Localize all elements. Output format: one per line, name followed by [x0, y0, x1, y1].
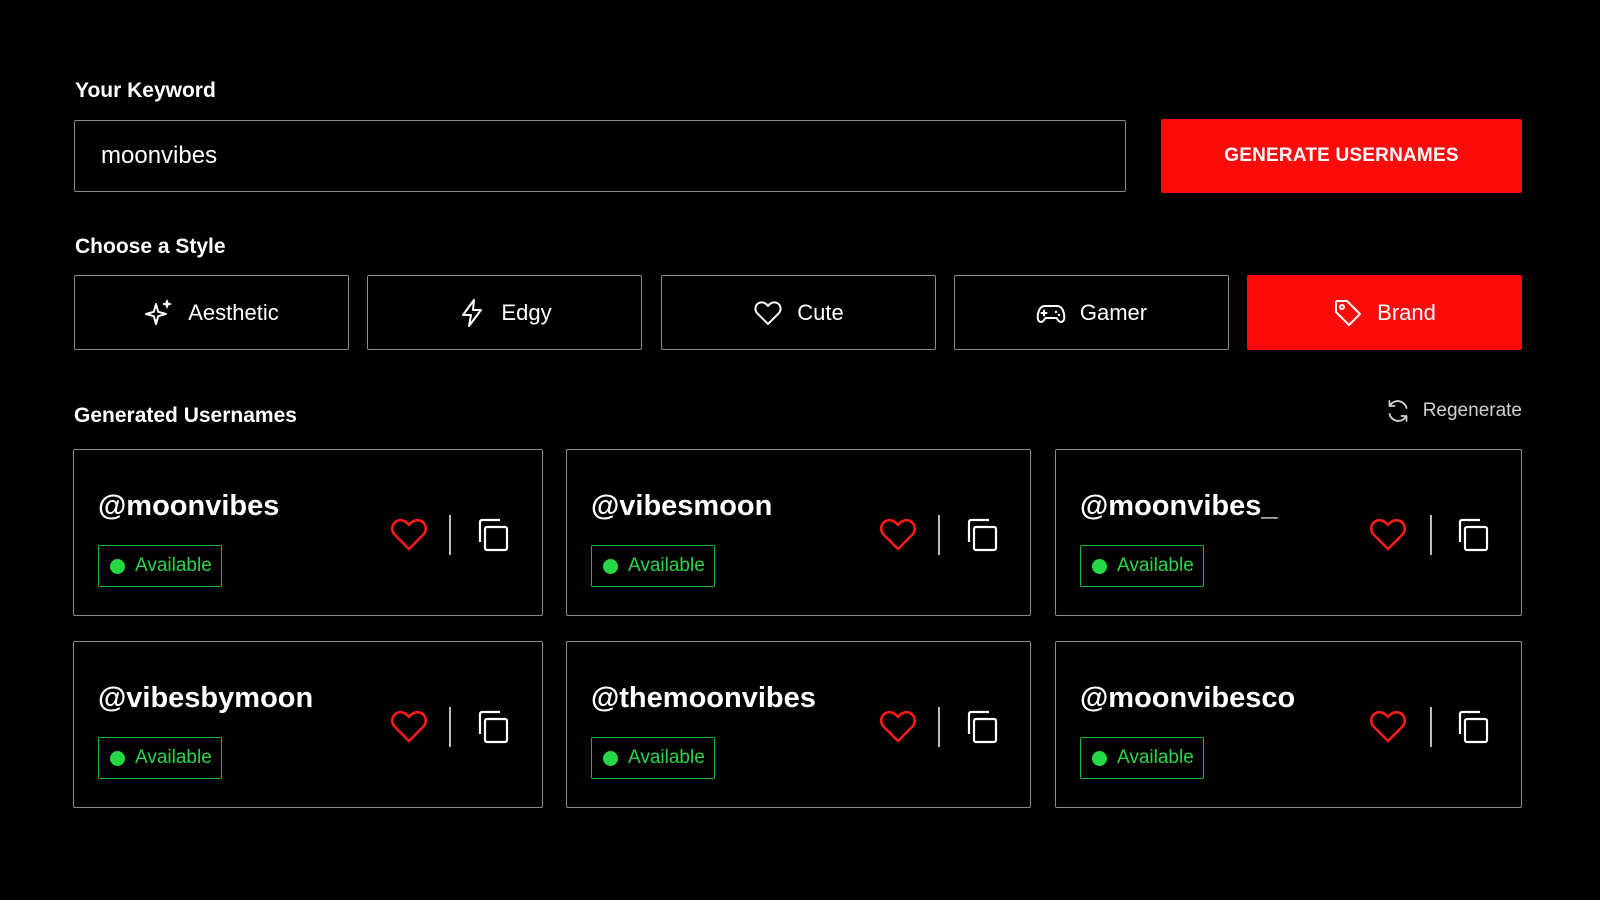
- style-cute-label: Cute: [797, 299, 844, 325]
- regenerate-label: Regenerate: [1422, 400, 1522, 421]
- username-text: @moonvibes: [98, 490, 280, 522]
- status-text: Available: [1117, 555, 1194, 576]
- lightning-icon: [462, 298, 483, 327]
- username-card: @moonvibesco Available: [1055, 641, 1522, 808]
- username-card: @moonvibes Available: [73, 449, 543, 616]
- status-dot: [1092, 558, 1107, 574]
- username-text: @themoonvibes: [591, 682, 816, 714]
- copy-icon[interactable]: [476, 517, 510, 553]
- copy-icon[interactable]: [1456, 517, 1490, 553]
- status-text: Available: [628, 747, 705, 768]
- tag-icon: [1335, 299, 1362, 326]
- favorite-heart-icon[interactable]: [1368, 706, 1408, 746]
- status-text: Available: [135, 555, 212, 576]
- username-card: @moonvibes_ Available: [1055, 449, 1522, 616]
- copy-icon[interactable]: [965, 517, 999, 553]
- style-brand-label: Brand: [1377, 299, 1436, 325]
- username-card: @vibesbymoon Available: [73, 641, 543, 808]
- style-label: Choose a Style: [75, 235, 226, 258]
- status-text: Available: [1117, 747, 1194, 768]
- style-edgy-button[interactable]: Edgy: [367, 275, 642, 350]
- status-badge: Available: [98, 545, 222, 587]
- keyword-label: Your Keyword: [75, 79, 216, 102]
- favorite-heart-icon[interactable]: [389, 706, 429, 746]
- username-text: @vibesbymoon: [98, 682, 314, 714]
- favorite-heart-icon[interactable]: [389, 514, 429, 554]
- status-badge: Available: [591, 545, 715, 587]
- copy-icon[interactable]: [476, 709, 510, 745]
- style-edgy-label: Edgy: [501, 299, 552, 325]
- status-dot: [603, 558, 618, 574]
- status-text: Available: [135, 747, 212, 768]
- username-card: @themoonvibes Available: [566, 641, 1031, 808]
- divider: [1430, 515, 1432, 555]
- divider: [1430, 707, 1432, 747]
- style-gamer-label: Gamer: [1079, 299, 1148, 325]
- status-text: Available: [628, 555, 705, 576]
- divider: [449, 515, 451, 555]
- keyword-input[interactable]: [74, 120, 1126, 192]
- generate-usernames-button[interactable]: GENERATE USERNAMES: [1161, 119, 1522, 193]
- username-text: @moonvibesco: [1080, 682, 1296, 714]
- style-aesthetic-button[interactable]: Aesthetic: [74, 275, 349, 350]
- username-generator: Your Keyword GENERATE USERNAMES Choose a…: [0, 0, 1600, 900]
- style-aesthetic-label: Aesthetic: [188, 299, 279, 325]
- regenerate-button[interactable]: Regenerate: [1385, 398, 1522, 424]
- favorite-heart-icon[interactable]: [1368, 514, 1408, 554]
- status-badge: Available: [1080, 545, 1204, 587]
- divider: [449, 707, 451, 747]
- refresh-icon: [1388, 400, 1408, 422]
- username-text: @vibesmoon: [591, 490, 773, 522]
- status-dot: [110, 750, 125, 766]
- style-cute-button[interactable]: Cute: [661, 275, 936, 350]
- status-badge: Available: [591, 737, 715, 779]
- divider: [938, 707, 940, 747]
- heart-icon: [754, 300, 782, 325]
- status-badge: Available: [1080, 737, 1204, 779]
- copy-icon[interactable]: [1456, 709, 1490, 745]
- style-brand-button[interactable]: Brand: [1247, 275, 1522, 350]
- divider: [938, 515, 940, 555]
- favorite-heart-icon[interactable]: [878, 706, 918, 746]
- style-gamer-button[interactable]: Gamer: [954, 275, 1229, 350]
- username-text: @moonvibes_: [1080, 490, 1278, 522]
- favorite-heart-icon[interactable]: [878, 514, 918, 554]
- status-dot: [1092, 750, 1107, 766]
- copy-icon[interactable]: [965, 709, 999, 745]
- status-badge: Available: [98, 737, 222, 779]
- username-card: @vibesmoon Available: [566, 449, 1031, 616]
- gamepad-icon: [1036, 304, 1066, 323]
- sparkles-icon: [145, 299, 172, 325]
- status-dot: [603, 750, 618, 766]
- status-dot: [110, 558, 125, 574]
- generated-usernames-title: Generated Usernames: [74, 404, 297, 427]
